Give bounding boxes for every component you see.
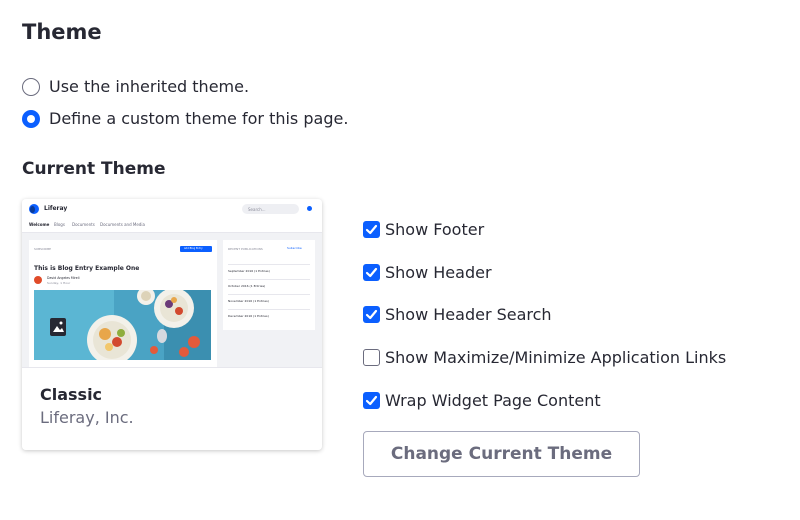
preview-main-column: SUBSCRIBE Add Blog Entry This is Blog En…: [29, 240, 217, 367]
preview-nav-divider: [22, 232, 322, 233]
preview-user-icon: [307, 206, 312, 211]
show-header-search-label: Show Header Search: [385, 305, 552, 324]
preview-add-button: Add Blog Entry: [180, 246, 212, 252]
preview-nav-item: Documents: [72, 222, 95, 227]
theme-heading: Theme: [22, 20, 102, 44]
preview-section-label: SUBSCRIBE: [34, 247, 52, 251]
show-header-label: Show Header: [385, 263, 492, 282]
preview-sidebar-item: October 2016 (1 Entries): [228, 279, 310, 292]
show-footer-checkbox[interactable]: [363, 221, 380, 238]
preview-logo-icon: [29, 204, 39, 214]
change-current-theme-button[interactable]: Change Current Theme: [363, 431, 640, 477]
preview-post-title: This is Blog Entry Example One: [34, 265, 140, 272]
show-maximize-minimize-checkbox[interactable]: [363, 349, 380, 366]
preview-search: Search...: [242, 204, 299, 214]
preview-sidebar: RECENT PUBLICATIONS Subscribe September …: [223, 240, 315, 330]
show-footer-option[interactable]: Show Footer: [363, 220, 484, 239]
preview-sidebar-title: RECENT PUBLICATIONS: [228, 247, 263, 251]
preview-header: Liferay Search... Welcome Blogs Document…: [22, 199, 322, 233]
theme-card-body: Classic Liferay, Inc.: [22, 368, 322, 450]
preview-sidebar-item: December 2016 (1 Entries): [228, 309, 310, 322]
show-footer-label: Show Footer: [385, 220, 485, 239]
show-header-search-option[interactable]: Show Header Search: [363, 305, 552, 324]
checkmark-icon: [365, 267, 378, 278]
checkmark-icon: [365, 309, 378, 320]
preview-post-date: Sunday, 1 Hour: [47, 281, 71, 285]
show-header-search-checkbox[interactable]: [363, 306, 380, 323]
preview-sidebar-item: September 2016 (1 Entries): [228, 264, 310, 277]
preview-sidebar-action: Subscribe: [287, 246, 302, 250]
inherited-theme-radio[interactable]: [22, 77, 40, 96]
wrap-widget-content-checkbox[interactable]: [363, 392, 380, 409]
custom-theme-radio[interactable]: [22, 109, 40, 128]
custom-theme-option[interactable]: Define a custom theme for this page.: [22, 109, 348, 128]
show-maximize-minimize-label: Show Maximize/Minimize Application Links: [385, 348, 727, 367]
preview-brand: Liferay: [44, 205, 68, 212]
custom-theme-label: Define a custom theme for this page.: [49, 109, 349, 128]
inherited-theme-label: Use the inherited theme.: [49, 77, 250, 96]
show-header-checkbox[interactable]: [363, 264, 380, 281]
checkmark-icon: [365, 224, 378, 235]
show-maximize-minimize-option[interactable]: Show Maximize/Minimize Application Links: [363, 348, 726, 367]
wrap-widget-content-option[interactable]: Wrap Widget Page Content: [363, 391, 601, 410]
theme-author: Liferay, Inc.: [40, 408, 134, 427]
current-theme-heading: Current Theme: [22, 159, 166, 179]
preview-nav-item: Documents and Media: [100, 222, 145, 227]
show-header-option[interactable]: Show Header: [363, 263, 492, 282]
preview-sidebar-item: November 2016 (1 Entries): [228, 294, 310, 307]
theme-name: Classic: [40, 385, 103, 404]
preview-post-author: David Angeles Mireli: [47, 276, 80, 280]
preview-nav-item: Welcome: [29, 222, 50, 227]
preview-avatar: [34, 276, 42, 284]
checkmark-icon: [365, 395, 378, 406]
theme-card: Liferay Search... Welcome Blogs Document…: [22, 199, 322, 450]
inherited-theme-option[interactable]: Use the inherited theme.: [22, 77, 249, 96]
wrap-widget-content-label: Wrap Widget Page Content: [385, 391, 601, 410]
preview-food-image: [34, 290, 211, 360]
theme-preview-thumbnail: Liferay Search... Welcome Blogs Document…: [22, 199, 322, 368]
preview-nav-item: Blogs: [54, 222, 65, 227]
